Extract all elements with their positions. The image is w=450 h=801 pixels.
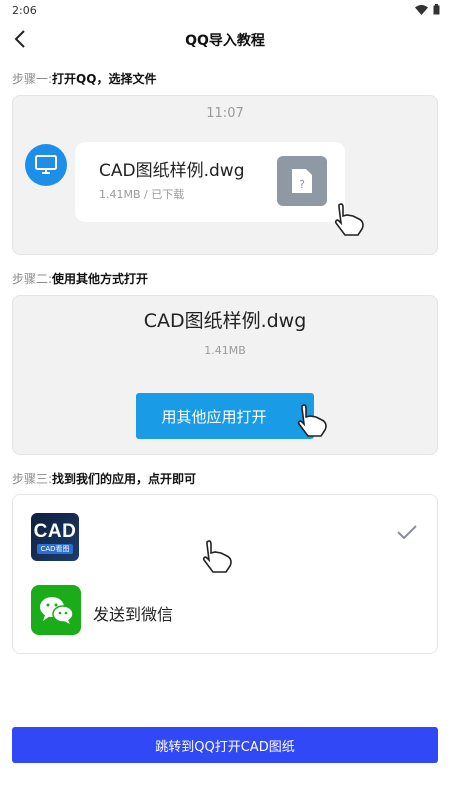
jump-to-qq-button[interactable]: 跳转到QQ打开CAD图纸 [12, 727, 438, 763]
step-3-card: CAD CAD看图 发送到微信 [12, 494, 438, 654]
step-2-heading: 步骤二:使用其他方式打开 [12, 270, 148, 287]
file-size: 1.41MB [204, 344, 246, 357]
unknown-file-icon: ? [277, 156, 327, 206]
hand-pointer-icon [297, 404, 327, 437]
file-name: CAD图纸样例.dwg [99, 161, 245, 181]
step-1-text: 打开QQ，选择文件 [52, 72, 157, 86]
page-title: QQ导入教程 [185, 33, 265, 49]
file-message[interactable]: CAD图纸样例.dwg 1.41MB / 已下载 ? [75, 142, 345, 222]
hand-pointer-icon [334, 203, 364, 236]
send-to-wechat-label[interactable]: 发送到微信 [93, 601, 173, 625]
step-1-prefix: 步骤一: [12, 72, 53, 86]
check-icon [397, 525, 417, 539]
step-1-heading: 步骤一:打开QQ，选择文件 [12, 70, 156, 87]
hand-pointer-icon [202, 540, 232, 573]
step-1-card: 11:07 CAD图纸样例.dwg 1.41MB / 已下载 ? [12, 95, 438, 255]
step-3-text: 找到我们的应用，点开即可 [52, 472, 197, 486]
monitor-icon [35, 155, 57, 174]
cad-app-icon[interactable]: CAD CAD看图 [31, 513, 79, 561]
battery-icon [433, 4, 440, 15]
chat-time: 11:07 [206, 106, 244, 121]
avatar [25, 144, 67, 186]
wechat-icon[interactable] [31, 585, 81, 635]
step-2-text: 使用其他方式打开 [52, 272, 149, 286]
file-name: CAD图纸样例.dwg [143, 310, 307, 332]
cad-app-icon-subtitle: CAD看图 [37, 543, 73, 554]
step-2-card: CAD图纸样例.dwg 1.41MB 用其他应用打开 [12, 295, 438, 455]
open-with-other-app-button[interactable]: 用其他应用打开 [136, 393, 314, 439]
status-time: 2:06 [12, 4, 37, 17]
step-3-prefix: 步骤三: [12, 472, 53, 486]
svg-text:?: ? [299, 178, 305, 191]
step-2-prefix: 步骤二: [12, 272, 53, 286]
cad-app-icon-title: CAD [33, 520, 77, 542]
file-meta: 1.41MB / 已下载 [99, 188, 185, 201]
wifi-icon [415, 4, 428, 15]
status-icons [415, 4, 440, 15]
step-3-heading: 步骤三:找到我们的应用，点开即可 [12, 470, 196, 487]
